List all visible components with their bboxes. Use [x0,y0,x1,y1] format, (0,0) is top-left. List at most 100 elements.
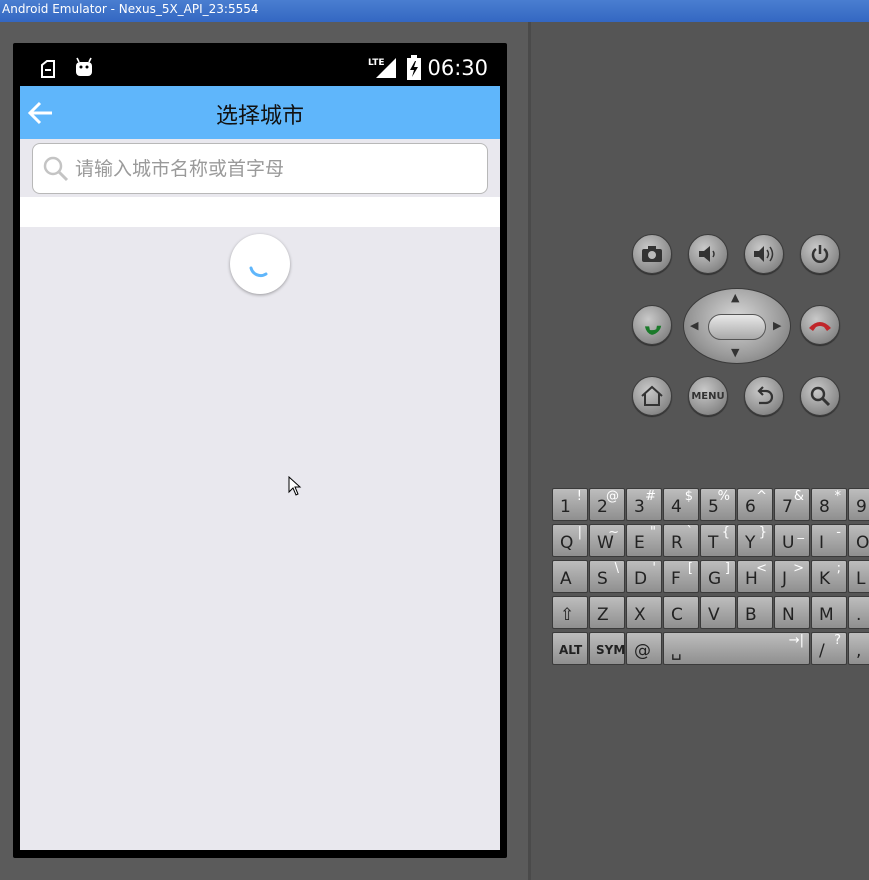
key-alt-label: " [650,525,656,540]
power-icon [811,245,829,263]
battery-charging-icon [407,55,421,80]
page-title: 选择城市 [215,104,304,129]
key-label: 9 [856,497,867,517]
key-7-3[interactable]: M [811,596,847,629]
key-8-0[interactable]: 9 [848,488,869,521]
mouse-cursor-icon [288,476,302,496]
key-label: 7 [782,497,793,517]
search-input[interactable] [75,152,475,186]
key-5-4[interactable]: , [848,632,869,665]
power-button[interactable] [800,234,840,274]
key-5-3[interactable]: B [737,596,773,629]
key-4-4[interactable]: /? [811,632,847,665]
key-label: / [819,641,825,661]
loading-spinner [230,234,290,294]
key-5-0[interactable]: 6 ^ [737,488,773,521]
key-4-2[interactable]: G] [700,560,736,593]
key-7-2[interactable]: K; [811,560,847,593]
key-alt-label: ^ [756,489,767,504]
key-2-3[interactable]: X [626,596,662,629]
key-4-0[interactable]: 5% [700,488,736,521]
end-call-button[interactable] [800,305,840,345]
volume-up-button[interactable] [744,234,784,274]
key-label: D [634,569,648,589]
key-1-2[interactable]: S \ [589,560,625,593]
key-1-3[interactable]: Z [589,596,625,629]
dpad-left-icon[interactable]: ◀ [690,319,698,332]
notification-clipboard-icon [41,60,55,78]
key-4-3[interactable]: V [700,596,736,629]
key-label: 4 [671,497,682,517]
key-1-1[interactable]: W ~ [589,524,625,557]
key-label: 3 [634,497,645,517]
key-7-0[interactable]: 8 * [811,488,847,521]
key-3-2[interactable]: F[ [663,560,699,593]
key-alt-label: $ [684,489,693,504]
key-3-3[interactable]: C [663,596,699,629]
key-alt-label: \ [614,561,619,576]
dpad-center-button[interactable] [708,314,766,340]
android-icon [76,57,92,76]
search-button[interactable] [800,376,840,416]
key-0-2[interactable]: A [552,560,588,593]
key-label: I [819,533,825,553]
key-label: ␣ [671,641,682,661]
key-3-0[interactable]: 4 $ [663,488,699,521]
key-alt-label: ' [652,561,656,576]
key-label: E [634,533,645,553]
volume-down-button[interactable] [688,234,728,274]
key-label: , [856,641,862,661]
key-1-0[interactable]: 2 @ [589,488,625,521]
spinner-icon [249,266,268,277]
call-icon [644,325,662,335]
call-button[interactable] [632,305,672,345]
dpad-up-icon[interactable]: ▲ [731,291,739,304]
key-alt-label: | [577,525,582,540]
key-6-2[interactable]: J > [774,560,810,593]
dpad-down-icon[interactable]: ▼ [731,346,739,359]
key-5-2[interactable]: H < [737,560,773,593]
key-2-1[interactable]: E " [626,524,662,557]
key-label: . [856,605,862,625]
dpad-right-icon[interactable]: ▶ [773,319,781,332]
key-label: R [671,533,683,553]
key-0-0[interactable]: 1! [552,488,588,521]
key-2-2[interactable]: D ' [626,560,662,593]
header-strip [20,197,500,227]
key-label: G [708,569,722,589]
key-8-1[interactable]: O [848,524,869,557]
key-alt-label: ? [834,633,841,648]
key-2-4[interactable]: @ [626,632,662,665]
key-1-4[interactable]: SYM [589,632,625,665]
key-4-1[interactable]: T{ [700,524,736,557]
search-box[interactable] [32,143,488,194]
key-0-3[interactable]: ⇧ [552,596,588,629]
key-8-2[interactable]: L [848,560,869,593]
key-alt-label: ! [576,489,582,504]
hardware-keyboard: 1! 2 @3 #4 $5% 6 ^ 7 & 8 * 9 Q | W ~ E " R ` T{Y} U _ I - O A S \ D ' F… [552,488,869,668]
key-alt-label: { [721,525,730,540]
key-6-0[interactable]: 7 & [774,488,810,521]
camera-button[interactable] [632,234,672,274]
key-label: @ [634,641,651,661]
key-alt-label: * [834,489,842,504]
key-7-1[interactable]: I- [811,524,847,557]
home-button[interactable] [632,376,672,416]
key-5-1[interactable]: Y} [737,524,773,557]
menu-label: MENU [691,390,725,402]
menu-button[interactable]: MENU [688,376,728,416]
key-label: L [856,569,866,589]
key-6-3[interactable]: N [774,596,810,629]
back-button[interactable] [744,376,784,416]
key-3-4[interactable]: ␣ →| [663,632,810,665]
key-8-3[interactable]: . [848,596,869,629]
search-bar [20,139,500,197]
key-0-1[interactable]: Q | [552,524,588,557]
key-0-4[interactable]: ALT [552,632,588,665]
key-2-0[interactable]: 3 # [626,488,662,521]
key-6-1[interactable]: U _ [774,524,810,557]
lte-signal-icon: LTE [368,58,396,78]
key-3-1[interactable]: R ` [663,524,699,557]
key-label: K [819,569,831,589]
dpad[interactable]: ▲ ▼ ◀ ▶ [683,288,791,364]
